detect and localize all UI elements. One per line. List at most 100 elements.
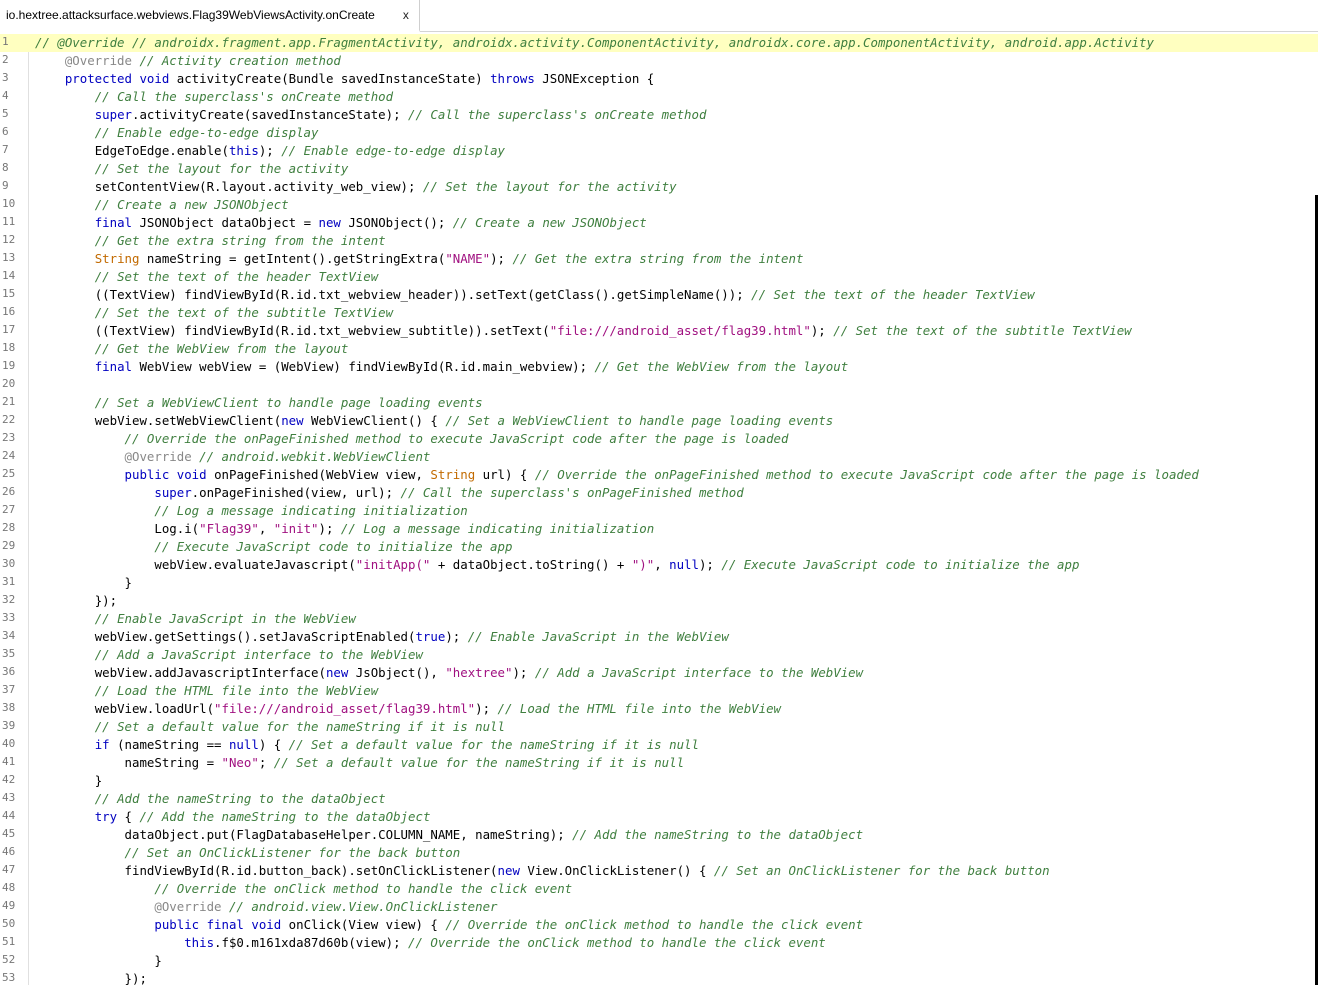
line-number: 2 <box>2 53 9 66</box>
code-token: "file:///android_asset/flag39.html" <box>214 701 476 716</box>
code-token: webView.getSettings().setJavaScriptEnabl… <box>94 629 416 644</box>
line-number: 52 <box>2 953 16 966</box>
code-line[interactable]: 23 // Override the onPageFinished method… <box>0 430 1318 448</box>
line-number: 51 <box>2 935 16 948</box>
code-text: // @Override // androidx.fragment.app.Fr… <box>35 35 1154 51</box>
code-token: .activityCreate(savedInstanceState); <box>132 107 409 122</box>
code-line[interactable]: 24 @Override // android.webkit.WebViewCl… <box>0 448 1318 466</box>
editor-tab[interactable]: io.hextree.attacksurface.webviews.Flag39… <box>0 0 420 32</box>
code-token: // Set a WebViewClient to handle page lo… <box>445 413 834 428</box>
code-token: // Log a message indicating initializati… <box>340 521 655 536</box>
code-text: // Execute JavaScript code to initialize… <box>35 539 512 555</box>
code-line[interactable]: 37 // Load the HTML file into the WebVie… <box>0 682 1318 700</box>
line-number: 53 <box>2 971 16 984</box>
code-line[interactable]: 16 // Set the text of the subtitle TextV… <box>0 304 1318 322</box>
code-text: // Get the WebView from the layout <box>35 341 349 357</box>
code-line[interactable]: 14 // Set the text of the header TextVie… <box>0 268 1318 286</box>
code-line[interactable]: 4 // Call the superclass's onCreate meth… <box>0 88 1318 106</box>
code-token: this <box>228 143 259 158</box>
code-line[interactable]: 42 } <box>0 772 1318 790</box>
code-line[interactable]: 6 // Enable edge-to-edge display <box>0 124 1318 142</box>
code-line[interactable]: 40 if (nameString == null) { // Set a de… <box>0 736 1318 754</box>
code-line[interactable]: 10 // Create a new JSONObject <box>0 196 1318 214</box>
code-token: protected <box>64 71 132 86</box>
code-line[interactable]: 35 // Add a JavaScript interface to the … <box>0 646 1318 664</box>
code-token: .f$0.m161xda87d60b(view); <box>214 935 409 950</box>
code-line[interactable]: 1 // @Override // androidx.fragment.app.F… <box>0 34 1318 52</box>
code-editor[interactable]: 1 // @Override // androidx.fragment.app.F… <box>0 34 1318 988</box>
code-line[interactable]: 52 } <box>0 952 1318 970</box>
line-number: 7 <box>2 143 9 156</box>
code-token: }); <box>124 971 147 986</box>
code-line[interactable]: 5 super.activityCreate(savedInstanceStat… <box>0 106 1318 124</box>
code-line[interactable]: 25 public void onPageFinished(WebView vi… <box>0 466 1318 484</box>
code-text: // Set the layout for the activity <box>35 161 349 177</box>
code-line[interactable]: 33 // Enable JavaScript in the WebView <box>0 610 1318 628</box>
tab-title: io.hextree.attacksurface.webviews.Flag39… <box>6 8 375 22</box>
code-line[interactable]: 26 super.onPageFinished(view, url); // C… <box>0 484 1318 502</box>
code-line[interactable]: 2 @Override // Activity creation method <box>0 52 1318 70</box>
code-token: } <box>94 773 103 788</box>
code-text: // Set a WebViewClient to handle page lo… <box>35 395 483 411</box>
line-number: 16 <box>2 305 16 318</box>
code-line[interactable]: 34 webView.getSettings().setJavaScriptEn… <box>0 628 1318 646</box>
code-line[interactable]: 36 webView.addJavascriptInterface(new Js… <box>0 664 1318 682</box>
code-token: // Add the nameString to the dataObject <box>139 809 431 824</box>
code-token: // Override the onClick method to handle… <box>154 881 573 896</box>
code-token: webView.evaluateJavascript( <box>154 557 356 572</box>
code-token: ); <box>475 701 498 716</box>
code-line[interactable]: 8 // Set the layout for the activity <box>0 160 1318 178</box>
code-line[interactable]: 30 webView.evaluateJavascript("initApp("… <box>0 556 1318 574</box>
code-line[interactable]: 29 // Execute JavaScript code to initial… <box>0 538 1318 556</box>
code-line[interactable]: 43 // Add the nameString to the dataObje… <box>0 790 1318 808</box>
code-line[interactable]: 31 } <box>0 574 1318 592</box>
code-line[interactable]: 20 <box>0 376 1318 394</box>
code-text: public final void onClick(View view) { /… <box>35 917 863 933</box>
code-line[interactable]: 44 try { // Add the nameString to the da… <box>0 808 1318 826</box>
code-token: // @Override // androidx.fragment.app.Fr… <box>35 35 1154 50</box>
close-tab-icon[interactable]: x <box>403 8 409 22</box>
code-line[interactable]: 53 }); <box>0 970 1318 988</box>
code-line[interactable]: 48 // Override the onClick method to han… <box>0 880 1318 898</box>
code-token: // Call the superclass's onCreate method <box>408 107 707 122</box>
code-line[interactable]: 17 ((TextView) findViewById(R.id.txt_web… <box>0 322 1318 340</box>
code-line[interactable]: 7 EdgeToEdge.enable(this); // Enable edg… <box>0 142 1318 160</box>
code-text: ((TextView) findViewById(R.id.txt_webvie… <box>35 287 1035 303</box>
code-line[interactable]: 45 dataObject.put(FlagDatabaseHelper.COL… <box>0 826 1318 844</box>
code-text: // Set the text of the header TextView <box>35 269 378 285</box>
code-line[interactable]: 22 webView.setWebViewClient(new WebViewC… <box>0 412 1318 430</box>
code-text: webView.setWebViewClient(new WebViewClie… <box>35 413 834 429</box>
code-line[interactable]: 38 webView.loadUrl("file:///android_asse… <box>0 700 1318 718</box>
code-line[interactable]: 19 final WebView webView = (WebView) fin… <box>0 358 1318 376</box>
code-token: ); <box>698 557 722 572</box>
code-line[interactable]: 15 ((TextView) findViewById(R.id.txt_web… <box>0 286 1318 304</box>
code-token: // Call the superclass's onPageFinished … <box>400 485 744 500</box>
code-line[interactable]: 47 findViewById(R.id.button_back).setOnC… <box>0 862 1318 880</box>
code-line[interactable]: 28 Log.i("Flag39", "init"); // Log a mes… <box>0 520 1318 538</box>
code-text: findViewById(R.id.button_back).setOnClic… <box>35 863 1050 879</box>
code-token: url) { <box>475 467 535 482</box>
code-line[interactable]: 41 nameString = "Neo"; // Set a default … <box>0 754 1318 772</box>
line-number: 15 <box>2 287 16 300</box>
code-line[interactable]: 39 // Set a default value for the nameSt… <box>0 718 1318 736</box>
line-number: 38 <box>2 701 16 714</box>
code-line[interactable]: 50 public final void onClick(View view) … <box>0 916 1318 934</box>
code-line[interactable]: 51 this.f$0.m161xda87d60b(view); // Over… <box>0 934 1318 952</box>
line-number: 46 <box>2 845 16 858</box>
code-line[interactable]: 11 final JSONObject dataObject = new JSO… <box>0 214 1318 232</box>
line-number: 6 <box>2 125 9 138</box>
code-line[interactable]: 32 }); <box>0 592 1318 610</box>
code-line[interactable]: 46 // Set an OnClickListener for the bac… <box>0 844 1318 862</box>
line-number: 30 <box>2 557 16 570</box>
code-line[interactable]: 13 String nameString = getIntent().getSt… <box>0 250 1318 268</box>
line-number: 18 <box>2 341 16 354</box>
code-line[interactable]: 3 protected void activityCreate(Bundle s… <box>0 70 1318 88</box>
code-line[interactable]: 49 @Override // android.view.View.OnClic… <box>0 898 1318 916</box>
code-token: try <box>94 809 118 824</box>
code-line[interactable]: 27 // Log a message indicating initializ… <box>0 502 1318 520</box>
code-line[interactable]: 18 // Get the WebView from the layout <box>0 340 1318 358</box>
code-line[interactable]: 12 // Get the extra string from the inte… <box>0 232 1318 250</box>
code-token: // Set a WebViewClient to handle page lo… <box>94 395 483 410</box>
code-line[interactable]: 9 setContentView(R.layout.activity_web_v… <box>0 178 1318 196</box>
code-line[interactable]: 21 // Set a WebViewClient to handle page… <box>0 394 1318 412</box>
